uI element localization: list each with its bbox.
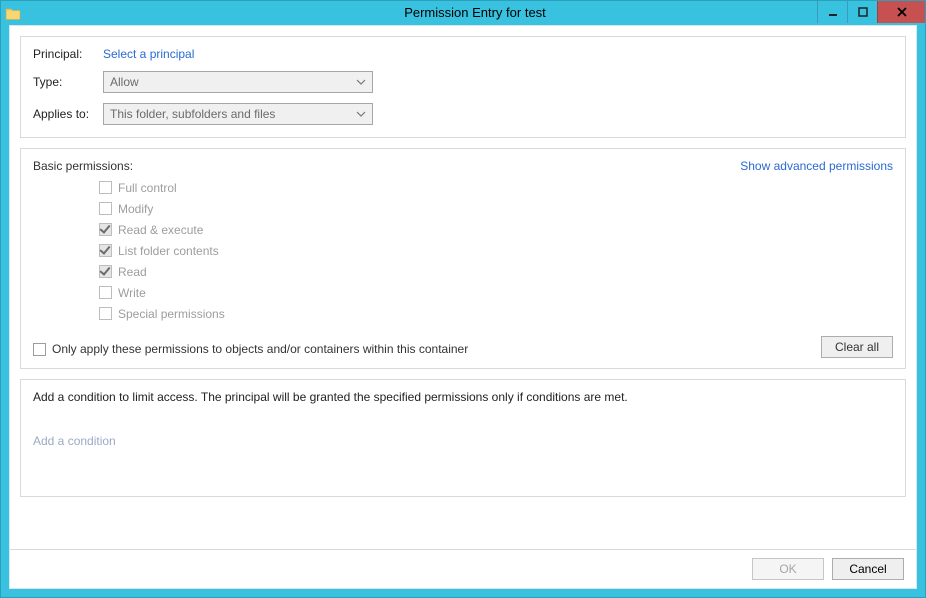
basic-permissions-heading: Basic permissions: [33, 159, 133, 173]
permission-label: Special permissions [118, 307, 225, 321]
select-principal-link[interactable]: Select a principal [103, 47, 194, 61]
permissions-panel: Basic permissions: Show advanced permiss… [20, 148, 906, 369]
permission-checkbox [99, 307, 112, 320]
permission-label: Write [118, 286, 146, 300]
window-buttons [817, 1, 925, 23]
permission-item: List folder contents [99, 240, 893, 261]
add-condition-link[interactable]: Add a condition [33, 434, 893, 448]
applies-to-select[interactable]: This folder, subfolders and files [103, 103, 373, 125]
type-label: Type: [33, 75, 103, 89]
permission-label: Read [118, 265, 147, 279]
content-area: Principal: Select a principal Type: Allo… [10, 26, 916, 549]
applies-to-label: Applies to: [33, 107, 103, 121]
minimize-button[interactable] [817, 1, 847, 23]
permission-item: Full control [99, 177, 893, 198]
permission-checkbox [99, 202, 112, 215]
type-select-value: Allow [110, 75, 139, 89]
permission-label: Read & execute [118, 223, 203, 237]
client-area: Principal: Select a principal Type: Allo… [9, 25, 917, 589]
permission-checkbox [99, 265, 112, 278]
clear-all-button[interactable]: Clear all [821, 336, 893, 358]
permission-label: Modify [118, 202, 153, 216]
applies-to-select-value: This folder, subfolders and files [110, 107, 275, 121]
permission-label: Full control [118, 181, 177, 195]
chevron-down-icon [354, 107, 368, 121]
show-advanced-permissions-link[interactable]: Show advanced permissions [740, 159, 893, 173]
maximize-button[interactable] [847, 1, 877, 23]
permission-item: Write [99, 282, 893, 303]
principal-panel: Principal: Select a principal Type: Allo… [20, 36, 906, 138]
permission-checkbox [99, 181, 112, 194]
ok-button[interactable]: OK [752, 558, 824, 580]
permission-item: Special permissions [99, 303, 893, 324]
dialog-footer: OK Cancel [10, 549, 916, 588]
condition-panel: Add a condition to limit access. The pri… [20, 379, 906, 497]
permission-checkbox [99, 244, 112, 257]
permission-checkbox [99, 286, 112, 299]
cancel-button[interactable]: Cancel [832, 558, 904, 580]
only-apply-checkbox[interactable] [33, 343, 46, 356]
folder-icon [1, 1, 25, 25]
window-title: Permission Entry for test [25, 1, 925, 25]
permission-label: List folder contents [118, 244, 219, 258]
type-select[interactable]: Allow [103, 71, 373, 93]
chevron-down-icon [354, 75, 368, 89]
permissions-list: Full control Modify Read & execute List fol… [33, 177, 893, 324]
condition-description: Add a condition to limit access. The pri… [33, 390, 893, 404]
permission-item: Modify [99, 198, 893, 219]
permission-item: Read [99, 261, 893, 282]
only-apply-label: Only apply these permissions to objects … [52, 342, 468, 356]
permission-checkbox [99, 223, 112, 236]
titlebar: Permission Entry for test [1, 1, 925, 25]
permission-entry-window: Permission Entry for test Principal: Sel… [0, 0, 926, 598]
permission-item: Read & execute [99, 219, 893, 240]
principal-label: Principal: [33, 47, 103, 61]
close-button[interactable] [877, 1, 925, 23]
